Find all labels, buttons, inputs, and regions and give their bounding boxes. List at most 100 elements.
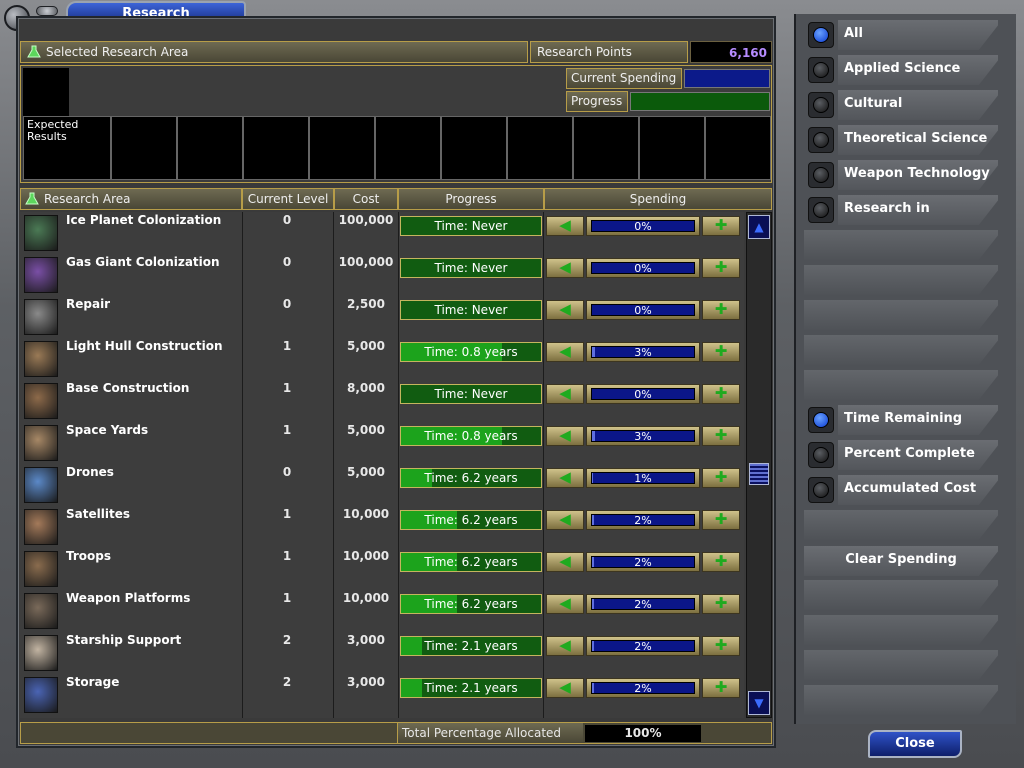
- col-current-level[interactable]: Current Level: [242, 188, 334, 210]
- decrease-spending-button[interactable]: ◀: [546, 678, 584, 698]
- clear-spending-button[interactable]: Clear Spending: [804, 546, 998, 576]
- decrease-spending-button[interactable]: ◀: [546, 258, 584, 278]
- empty-slot: [804, 230, 998, 260]
- filter-label[interactable]: Cultural Advancement: [838, 90, 998, 120]
- spending-meter[interactable]: 0%: [586, 216, 700, 236]
- mode-label[interactable]: Percent Complete: [838, 440, 998, 470]
- decrease-spending-button[interactable]: ◀: [546, 468, 584, 488]
- filter-option[interactable]: All: [804, 20, 1004, 50]
- filter-label[interactable]: Weapon Technology: [838, 160, 998, 190]
- spending-meter[interactable]: 2%: [586, 678, 700, 698]
- spending-track: 3%: [591, 346, 695, 359]
- close-button[interactable]: Close: [868, 730, 962, 758]
- increase-spending-button[interactable]: ✚: [702, 342, 740, 362]
- research-name: Storage: [66, 675, 120, 689]
- spending-text: 0%: [634, 262, 652, 275]
- cost: 100,000: [338, 255, 394, 269]
- decrease-spending-button[interactable]: ◀: [546, 342, 584, 362]
- table-row[interactable]: Gas Giant Colonization 0 100,000 Time: Neve…: [20, 254, 744, 296]
- table-row[interactable]: Space Yards 1 5,000 Time: 0.8 years ◀ 3% ✚: [20, 422, 744, 464]
- radio-icon[interactable]: [808, 477, 834, 503]
- increase-spending-button[interactable]: ✚: [702, 510, 740, 530]
- radio-icon[interactable]: [808, 407, 834, 433]
- decrease-spending-button[interactable]: ◀: [546, 300, 584, 320]
- decrease-spending-button[interactable]: ◀: [546, 384, 584, 404]
- scroll-up-icon[interactable]: ▲: [748, 215, 770, 239]
- radio-icon[interactable]: [808, 22, 834, 48]
- spending-meter[interactable]: 2%: [586, 510, 700, 530]
- space-yards-icon: [24, 425, 58, 461]
- increase-spending-button[interactable]: ✚: [702, 636, 740, 656]
- mode-option[interactable]: Percent Complete: [804, 440, 1004, 470]
- decrease-spending-button[interactable]: ◀: [546, 510, 584, 530]
- satellite-icon: [24, 509, 58, 545]
- mode-label[interactable]: Accumulated Cost: [838, 475, 998, 505]
- filter-option[interactable]: Cultural Advancement: [804, 90, 1004, 120]
- scroll-thumb[interactable]: [749, 463, 769, 485]
- decrease-spending-button[interactable]: ◀: [546, 552, 584, 572]
- spending-meter[interactable]: 2%: [586, 636, 700, 656]
- mode-option[interactable]: Accumulated Cost: [804, 475, 1004, 505]
- table-row[interactable]: Storage 2 3,000 Time: 2.1 years ◀ 2% ✚: [20, 674, 744, 716]
- spending-meter[interactable]: 0%: [586, 384, 700, 404]
- radio-icon[interactable]: [808, 127, 834, 153]
- increase-spending-button[interactable]: ✚: [702, 384, 740, 404]
- spending-meter[interactable]: 3%: [586, 426, 700, 446]
- filter-option[interactable]: Theoretical Science: [804, 125, 1004, 155]
- spending-track: 0%: [591, 388, 695, 401]
- table-row[interactable]: Light Hull Construction 1 5,000 Time: 0.8 y…: [20, 338, 744, 380]
- radio-icon[interactable]: [808, 57, 834, 83]
- mode-option[interactable]: Time Remaining: [804, 405, 1004, 435]
- cost: 100,000: [338, 213, 394, 227]
- radio-icon[interactable]: [808, 197, 834, 223]
- decrease-spending-button[interactable]: ◀: [546, 636, 584, 656]
- radio-icon[interactable]: [808, 92, 834, 118]
- increase-spending-button[interactable]: ✚: [702, 468, 740, 488]
- table-row[interactable]: Satellites 1 10,000 Time: 6.2 years ◀ 2% ✚: [20, 506, 744, 548]
- mode-label[interactable]: Time Remaining: [838, 405, 998, 435]
- table-scrollbar[interactable]: ▲ ▼: [746, 212, 772, 718]
- increase-spending-button[interactable]: ✚: [702, 552, 740, 572]
- increase-spending-button[interactable]: ✚: [702, 426, 740, 446]
- filter-label[interactable]: Theoretical Science: [838, 125, 998, 155]
- scroll-down-icon[interactable]: ▼: [748, 691, 770, 715]
- table-row[interactable]: Ice Planet Colonization 0 100,000 Time: Nev…: [20, 212, 744, 254]
- spending-meter[interactable]: 1%: [586, 468, 700, 488]
- col-cost[interactable]: Cost: [334, 188, 398, 210]
- increase-spending-button[interactable]: ✚: [702, 258, 740, 278]
- col-research-area[interactable]: Research Area: [20, 188, 242, 210]
- increase-spending-button[interactable]: ✚: [702, 594, 740, 614]
- table-row[interactable]: Troops 1 10,000 Time: 6.2 years ◀ 2% ✚: [20, 548, 744, 590]
- filter-option[interactable]: Research in Progress: [804, 195, 1004, 225]
- research-name: Space Yards: [66, 423, 149, 437]
- filter-label[interactable]: Research in Progress: [838, 195, 998, 225]
- filter-label[interactable]: All: [838, 20, 998, 50]
- spending-meter[interactable]: 3%: [586, 342, 700, 362]
- table-row[interactable]: Weapon Platforms 1 10,000 Time: 6.2 years ◀ 2…: [20, 590, 744, 632]
- increase-spending-button[interactable]: ✚: [702, 216, 740, 236]
- wrench-icon: [24, 299, 58, 335]
- table-row[interactable]: Drones 0 5,000 Time: 6.2 years ◀ 1% ✚: [20, 464, 744, 506]
- col-spending[interactable]: Spending: [544, 188, 772, 210]
- radio-icon[interactable]: [808, 442, 834, 468]
- decrease-spending-button[interactable]: ◀: [546, 216, 584, 236]
- table-row[interactable]: Base Construction 1 8,000 Time: Never ◀ 0% ✚: [20, 380, 744, 422]
- decrease-spending-button[interactable]: ◀: [546, 594, 584, 614]
- current-level: 0: [282, 213, 292, 227]
- filter-label[interactable]: Applied Science: [838, 55, 998, 85]
- spending-meter[interactable]: 2%: [586, 594, 700, 614]
- col-progress[interactable]: Progress: [398, 188, 544, 210]
- spending-meter[interactable]: 0%: [586, 258, 700, 278]
- table-row[interactable]: Starship Support 2 3,000 Time: 2.1 years ◀ 2%…: [20, 632, 744, 674]
- increase-spending-button[interactable]: ✚: [702, 300, 740, 320]
- cost: 5,000: [347, 465, 385, 479]
- filter-option[interactable]: Applied Science: [804, 55, 1004, 85]
- table-row[interactable]: Repair 0 2,500 Time: Never ◀ 0% ✚: [20, 296, 744, 338]
- spending-meter[interactable]: 2%: [586, 552, 700, 572]
- minimize-icon[interactable]: [36, 6, 58, 16]
- filter-option[interactable]: Weapon Technology: [804, 160, 1004, 190]
- decrease-spending-button[interactable]: ◀: [546, 426, 584, 446]
- radio-icon[interactable]: [808, 162, 834, 188]
- increase-spending-button[interactable]: ✚: [702, 678, 740, 698]
- spending-meter[interactable]: 0%: [586, 300, 700, 320]
